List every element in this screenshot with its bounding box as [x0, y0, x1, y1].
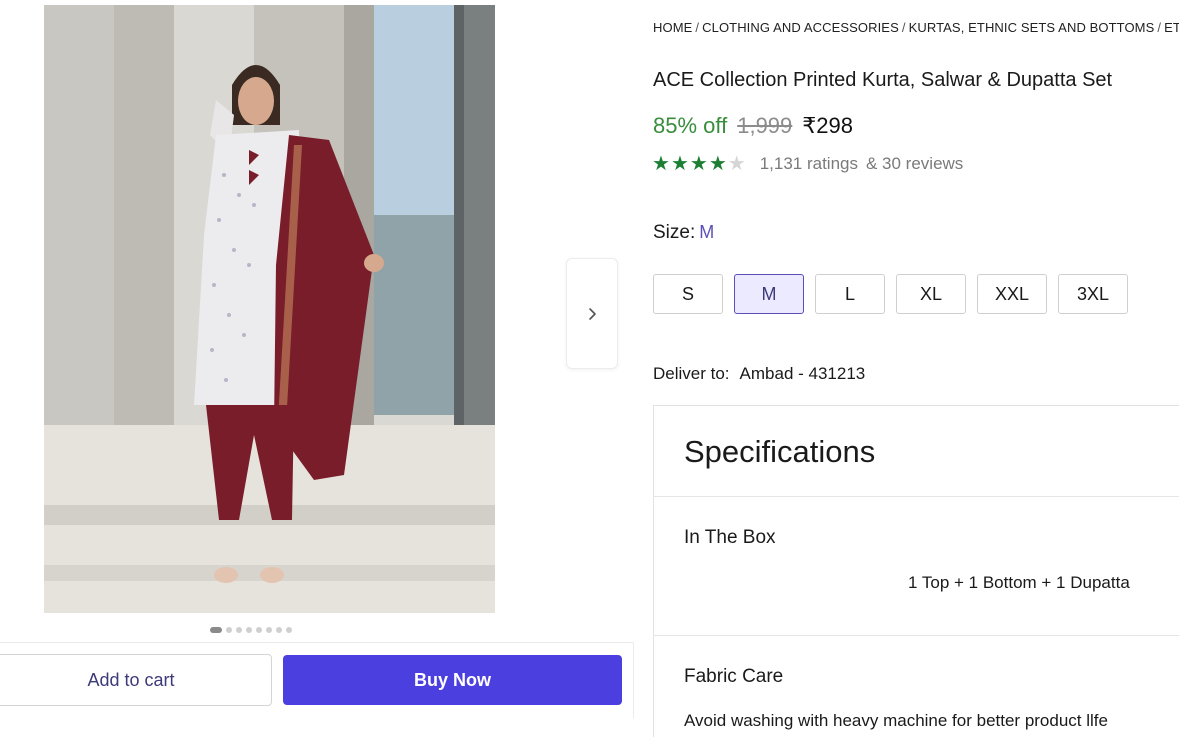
product-photo — [44, 5, 495, 613]
breadcrumb-kurtas[interactable]: KURTAS, ETHNIC SETS AND BOTTOMS — [909, 20, 1155, 35]
pager-dot[interactable] — [276, 627, 282, 633]
rating-row: ★ ★ ★ ★ ★ 1,131 ratings & 30 reviews — [652, 154, 963, 174]
divider — [654, 635, 1179, 636]
discount-label: 85% off — [653, 113, 728, 138]
product-image[interactable] — [44, 5, 495, 613]
size-option-s[interactable]: S — [653, 274, 723, 314]
size-label: Size: M — [653, 222, 714, 244]
size-selected-value: M — [699, 222, 715, 242]
chevron-right-icon — [589, 307, 596, 320]
delivery-location[interactable]: Ambad - 431213 — [740, 364, 866, 383]
size-option-l[interactable]: L — [815, 274, 885, 314]
star-icon: ★ — [708, 153, 727, 175]
reviews-count[interactable]: & 30 reviews — [866, 154, 963, 174]
price-row: 85% off 1,999 ₹298 — [653, 113, 853, 139]
product-title: ACE Collection Printed Kurta, Salwar & D… — [653, 69, 1113, 91]
buy-now-button[interactable]: Buy Now — [283, 655, 622, 705]
star-icon: ★ — [670, 153, 689, 175]
star-icon: ★ — [652, 153, 670, 175]
add-to-cart-button[interactable]: Add to cart — [0, 654, 272, 706]
divider — [654, 496, 1179, 497]
pager-dot[interactable] — [246, 627, 252, 633]
image-pager — [210, 627, 292, 633]
ratings-count[interactable]: 1,131 ratings — [760, 154, 858, 174]
star-icon: ★ — [727, 153, 746, 175]
pager-dot[interactable] — [256, 627, 262, 633]
star-rating: ★ ★ ★ ★ ★ — [652, 154, 746, 174]
deliver-label: Deliver to: — [653, 364, 730, 383]
pager-dot[interactable] — [226, 627, 232, 633]
breadcrumb-separator: / — [1157, 20, 1162, 35]
size-option-m[interactable]: M — [734, 274, 804, 314]
selling-price: ₹298 — [802, 113, 853, 138]
breadcrumb-separator: / — [695, 20, 700, 35]
delivery-info: Deliver to: Ambad - 431213 — [653, 364, 865, 384]
spec-value-fabric-care: Avoid washing with heavy machine for bet… — [684, 711, 1108, 730]
specifications-title: Specifications — [684, 434, 876, 469]
pager-dot[interactable] — [210, 627, 222, 633]
pager-dot[interactable] — [236, 627, 242, 633]
size-option-3xl[interactable]: 3XL — [1058, 274, 1128, 314]
spec-name-in-the-box: In The Box — [684, 527, 776, 548]
size-option-xl[interactable]: XL — [896, 274, 966, 314]
breadcrumb-clothing[interactable]: CLOTHING AND ACCESSORIES — [702, 20, 899, 35]
mrp-price: 1,999 — [737, 113, 793, 138]
spec-name-fabric-care: Fabric Care — [684, 666, 784, 687]
pager-dot[interactable] — [286, 627, 292, 633]
breadcrumb-separator: / — [901, 20, 906, 35]
specifications-panel: Specifications In The Box 1 Top + 1 Bott… — [653, 405, 1179, 737]
breadcrumb-ethnic[interactable]: ETHNIC — [1164, 20, 1179, 35]
size-options: S M L XL XXL 3XL — [653, 274, 1128, 314]
breadcrumb-home[interactable]: HOME — [653, 20, 692, 35]
size-label-text: Size: — [653, 222, 696, 243]
pager-dot[interactable] — [266, 627, 272, 633]
size-option-xxl[interactable]: XXL — [977, 274, 1047, 314]
spec-value-in-the-box: 1 Top + 1 Bottom + 1 Dupatta — [908, 573, 1130, 592]
breadcrumb: HOME / CLOTHING AND ACCESSORIES / KURTAS, ET… — [653, 20, 1179, 35]
star-icon: ★ — [689, 153, 708, 175]
next-image-button[interactable] — [566, 258, 618, 369]
